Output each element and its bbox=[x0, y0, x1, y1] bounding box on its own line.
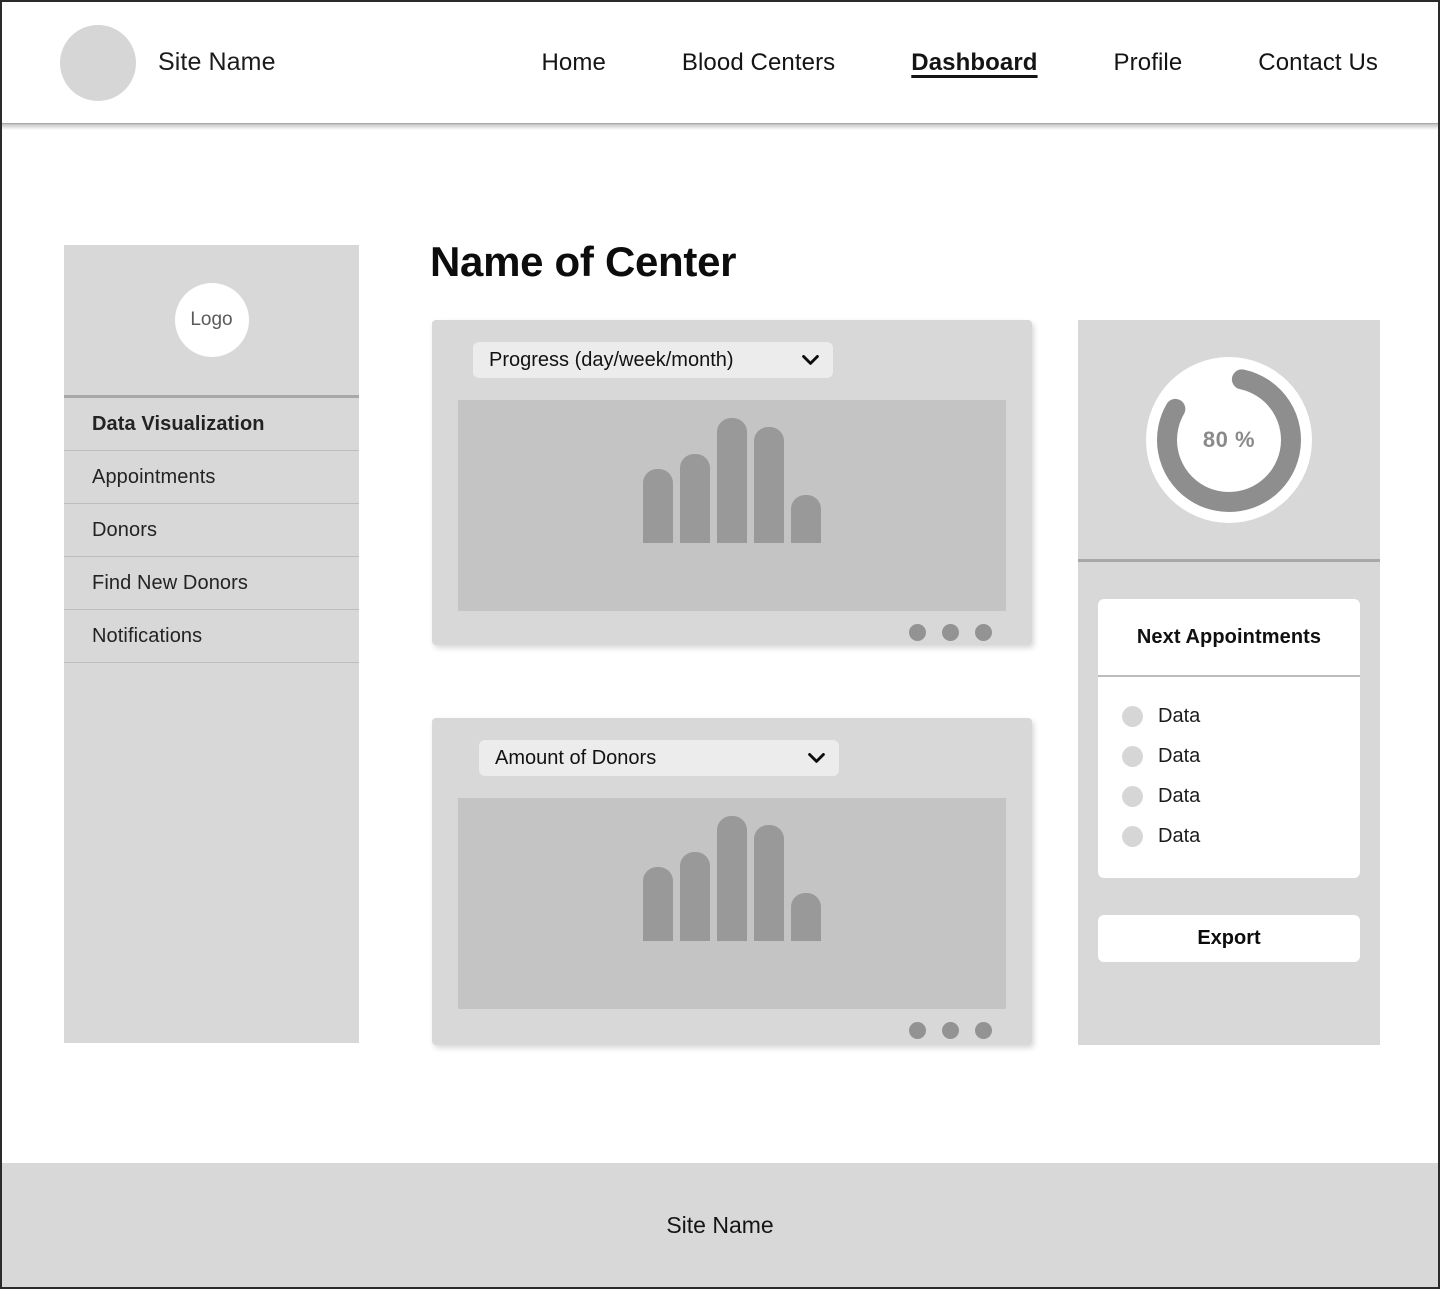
bar bbox=[680, 453, 710, 543]
bar-chart-progress bbox=[458, 400, 1006, 611]
export-button[interactable]: Export bbox=[1098, 915, 1360, 962]
bar bbox=[643, 867, 673, 941]
progress-gauge: 80 % bbox=[1146, 356, 1312, 523]
appointment-label: Data bbox=[1158, 704, 1201, 727]
bar bbox=[791, 495, 821, 543]
appointment-row[interactable]: Data bbox=[1098, 696, 1360, 736]
sidebar-logo: Logo bbox=[174, 283, 249, 357]
dashboard-sidebar: Logo Data Visualization Appointments Donor… bbox=[64, 245, 359, 1043]
nav-item-profile[interactable]: Profile bbox=[1076, 49, 1221, 77]
nav-item-home[interactable]: Home bbox=[503, 49, 643, 77]
bar bbox=[754, 427, 784, 543]
sidebar-item-donors[interactable]: Donors bbox=[64, 504, 359, 557]
circle-avatar-icon bbox=[60, 24, 136, 101]
appointment-label: Data bbox=[1158, 824, 1201, 847]
site-footer: Site Name bbox=[2, 1163, 1438, 1287]
carousel-dot[interactable] bbox=[975, 1022, 992, 1039]
carousel-dot[interactable] bbox=[942, 624, 959, 641]
chart-metric-select-value: Amount of Donors bbox=[495, 746, 657, 769]
appointment-row[interactable]: Data bbox=[1098, 776, 1360, 816]
bar bbox=[643, 469, 673, 543]
bar bbox=[717, 417, 747, 543]
carousel-dot[interactable] bbox=[909, 1022, 926, 1039]
app-window: Site Name Home Blood Centers Dashboard Prof… bbox=[0, 0, 1440, 1289]
nav-item-blood-centers[interactable]: Blood Centers bbox=[644, 49, 873, 77]
bar bbox=[754, 825, 784, 941]
circle-bullet-icon bbox=[1122, 825, 1143, 847]
chevron-down-icon bbox=[808, 752, 825, 763]
carousel-dot[interactable] bbox=[942, 1022, 959, 1039]
sidebar-item-data-visualization[interactable]: Data Visualization bbox=[64, 398, 359, 451]
carousel-dots-donors bbox=[458, 1022, 1006, 1039]
appointment-label: Data bbox=[1158, 784, 1201, 807]
panel-divider bbox=[1078, 559, 1380, 562]
main-nav: Home Blood Centers Dashboard Profile Contact… bbox=[503, 49, 1378, 77]
sidebar-item-appointments[interactable]: Appointments bbox=[64, 451, 359, 504]
gauge-value-label: 80 % bbox=[1202, 426, 1256, 452]
gauge-area: 80 % bbox=[1078, 320, 1380, 559]
bar-chart-donors bbox=[458, 798, 1006, 1009]
sidebar-item-find-new-donors[interactable]: Find New Donors bbox=[64, 557, 359, 610]
sidebar-logo-area: Logo bbox=[64, 245, 359, 395]
brand-name: Site Name bbox=[158, 48, 276, 76]
appointment-label: Data bbox=[1158, 744, 1201, 767]
nav-item-dashboard[interactable]: Dashboard bbox=[873, 49, 1075, 77]
bar bbox=[791, 893, 821, 941]
next-appointments-list: Data Data Data Data bbox=[1098, 677, 1360, 878]
carousel-dot[interactable] bbox=[975, 624, 992, 641]
carousel-dot[interactable] bbox=[909, 624, 926, 641]
circle-bullet-icon bbox=[1122, 785, 1143, 807]
page-title: Name of Center bbox=[430, 238, 737, 285]
brand[interactable]: Site Name bbox=[60, 24, 276, 101]
appointment-row[interactable]: Data bbox=[1098, 816, 1360, 856]
bar bbox=[680, 851, 710, 941]
circle-bullet-icon bbox=[1122, 745, 1143, 767]
header-divider bbox=[2, 123, 1438, 130]
appointment-row[interactable]: Data bbox=[1098, 736, 1360, 776]
chart-metric-select-value: Progress (day/week/month) bbox=[489, 348, 734, 371]
carousel-dots-progress bbox=[458, 624, 1006, 641]
chart-metric-select-progress[interactable]: Progress (day/week/month) bbox=[473, 342, 833, 378]
sidebar-item-notifications[interactable]: Notifications bbox=[64, 610, 359, 663]
nav-item-contact-us[interactable]: Contact Us bbox=[1220, 49, 1378, 77]
chart-metric-select-donors[interactable]: Amount of Donors bbox=[479, 740, 839, 776]
next-appointments-title: Next Appointments bbox=[1098, 599, 1360, 677]
chevron-down-icon bbox=[802, 354, 819, 365]
dashboard-right-panel: 80 % Next Appointments Data Data Data Data … bbox=[1078, 320, 1380, 1045]
sidebar-menu: Data Visualization Appointments Donors Find… bbox=[64, 398, 359, 663]
next-appointments-card: Next Appointments Data Data Data Data bbox=[1098, 599, 1360, 878]
page-content: Logo Data Visualization Appointments Donor… bbox=[2, 130, 1438, 1163]
site-header: Site Name Home Blood Centers Dashboard Prof… bbox=[2, 2, 1438, 123]
bar bbox=[717, 815, 747, 941]
footer-site-name: Site Name bbox=[666, 1211, 774, 1238]
chart-card-donors: Amount of Donors bbox=[432, 718, 1032, 1045]
chart-card-progress: Progress (day/week/month) bbox=[432, 320, 1032, 645]
circle-bullet-icon bbox=[1122, 705, 1143, 727]
